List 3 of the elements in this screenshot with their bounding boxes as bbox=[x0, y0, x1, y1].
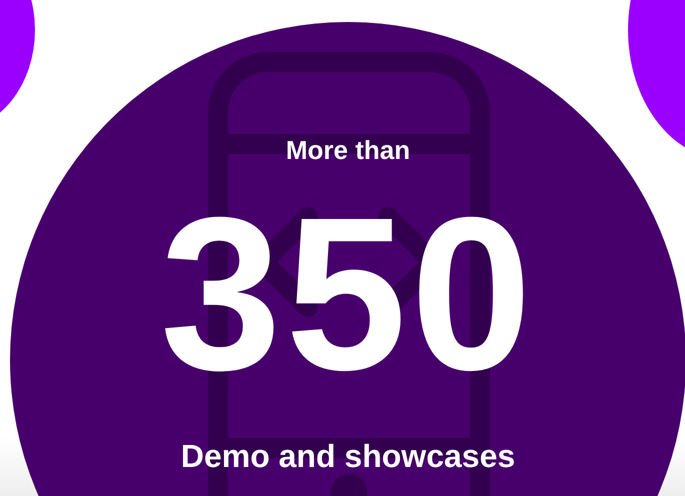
stat-caption: Demo and showcases bbox=[180, 437, 516, 475]
stat-prefix: More than bbox=[286, 135, 410, 165]
stat-number: 350 bbox=[160, 195, 536, 395]
